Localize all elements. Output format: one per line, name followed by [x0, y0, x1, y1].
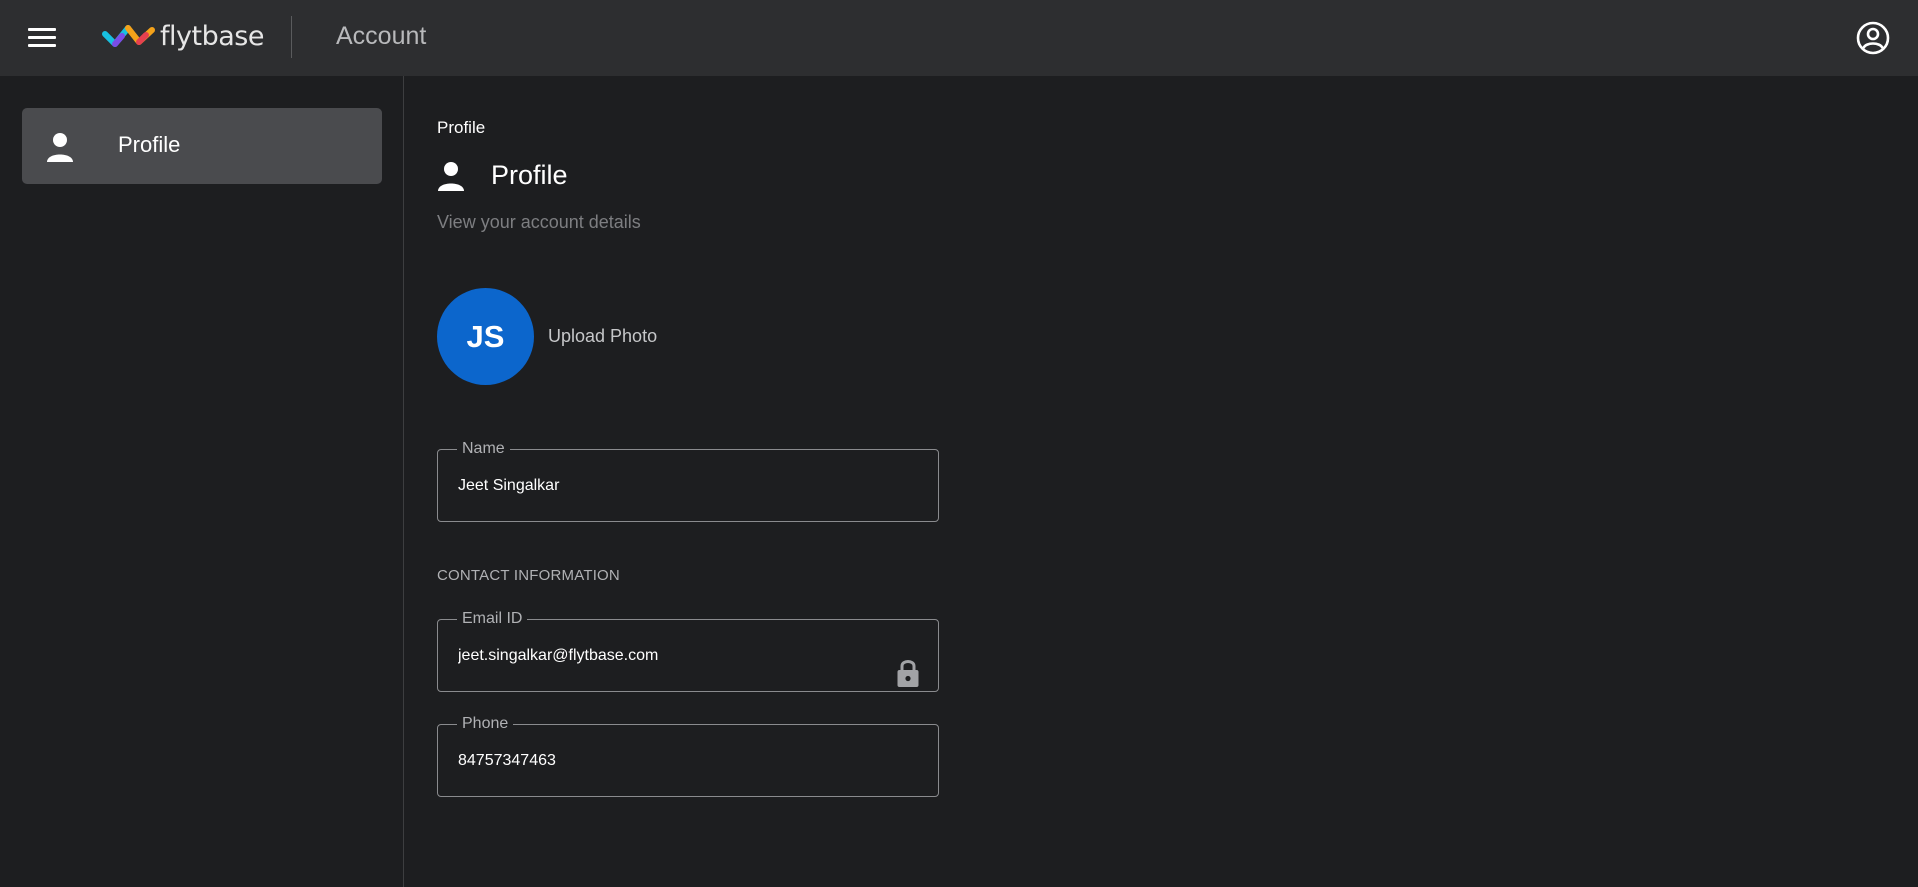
page-title: Profile [491, 160, 568, 190]
flytbase-logo[interactable]: flytbase [102, 16, 264, 56]
top-app-bar: flytbase Account [0, 0, 1918, 76]
upload-photo-button[interactable]: Upload Photo [548, 326, 657, 347]
contact-section-label: CONTACT INFORMATION [437, 567, 620, 584]
email-field-label: Email ID [462, 610, 523, 627]
page-subtitle: View your account details [437, 212, 641, 232]
name-field[interactable]: Name [437, 439, 939, 522]
sidebar-item-label: Profile [118, 132, 181, 157]
email-field[interactable]: Email ID [437, 609, 939, 692]
sidebar-item-profile[interactable]: Profile [22, 108, 382, 184]
sidebar: Profile [0, 76, 404, 887]
page-header: Profile [437, 160, 568, 191]
logo-text: flytbase [160, 20, 264, 52]
account-circle-icon[interactable] [1856, 21, 1890, 55]
hamburger-menu-icon[interactable] [28, 28, 56, 48]
phone-field-label: Phone [462, 715, 509, 732]
lock-icon [897, 660, 919, 687]
avatar[interactable]: JS [437, 288, 534, 385]
email-input[interactable] [458, 647, 858, 665]
breadcrumb: Profile [437, 118, 486, 137]
phone-input[interactable] [458, 752, 858, 770]
person-icon [438, 161, 464, 191]
app-title: Account [336, 22, 427, 50]
phone-field[interactable]: Phone [437, 714, 939, 797]
name-input[interactable] [458, 477, 858, 495]
name-field-label: Name [462, 440, 505, 457]
person-icon [47, 133, 73, 162]
header-divider [291, 16, 292, 58]
flytbase-logo-mark-icon [102, 25, 155, 47]
